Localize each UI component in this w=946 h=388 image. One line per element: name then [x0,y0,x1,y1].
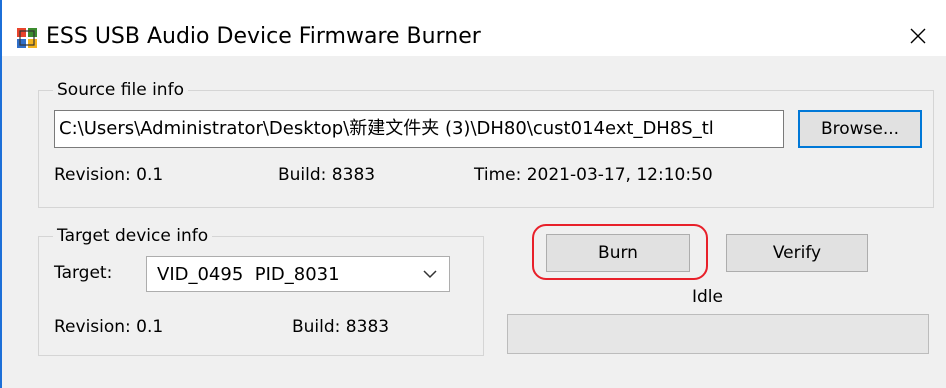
burn-progress-bar [507,314,929,354]
burn-button[interactable]: Burn [546,234,690,272]
chevron-down-icon [423,270,437,279]
target-build: Build: 8383 [292,317,390,337]
firmware-burner-window: ESS USB Audio Device Firmware Burner Sou… [0,0,946,388]
status-text: Idle [692,287,723,307]
target-device-select[interactable]: VID_0495 PID_8031 [146,256,450,292]
close-icon [910,28,926,44]
source-build: Build: 8383 [278,165,376,185]
source-time: Time: 2021-03-17, 12:10:50 [474,165,713,185]
target-device-group-label: Target device info [57,226,209,246]
source-path-field[interactable]: C:\Users\Administrator\Desktop\新建文件夹 (3)… [54,110,784,148]
verify-button[interactable]: Verify [726,234,868,272]
window-title: ESS USB Audio Device Firmware Burner [46,24,481,49]
source-file-group-label: Source file info [57,80,184,100]
source-revision: Revision: 0.1 [54,165,164,185]
target-revision: Revision: 0.1 [54,317,164,337]
chip-app-icon [17,28,37,48]
browse-button[interactable]: Browse... [798,110,922,148]
target-label: Target: [54,263,113,283]
close-button[interactable] [900,20,936,52]
title-bar[interactable]: ESS USB Audio Device Firmware Burner [2,0,946,56]
target-device-value: VID_0495 PID_8031 [157,264,340,285]
